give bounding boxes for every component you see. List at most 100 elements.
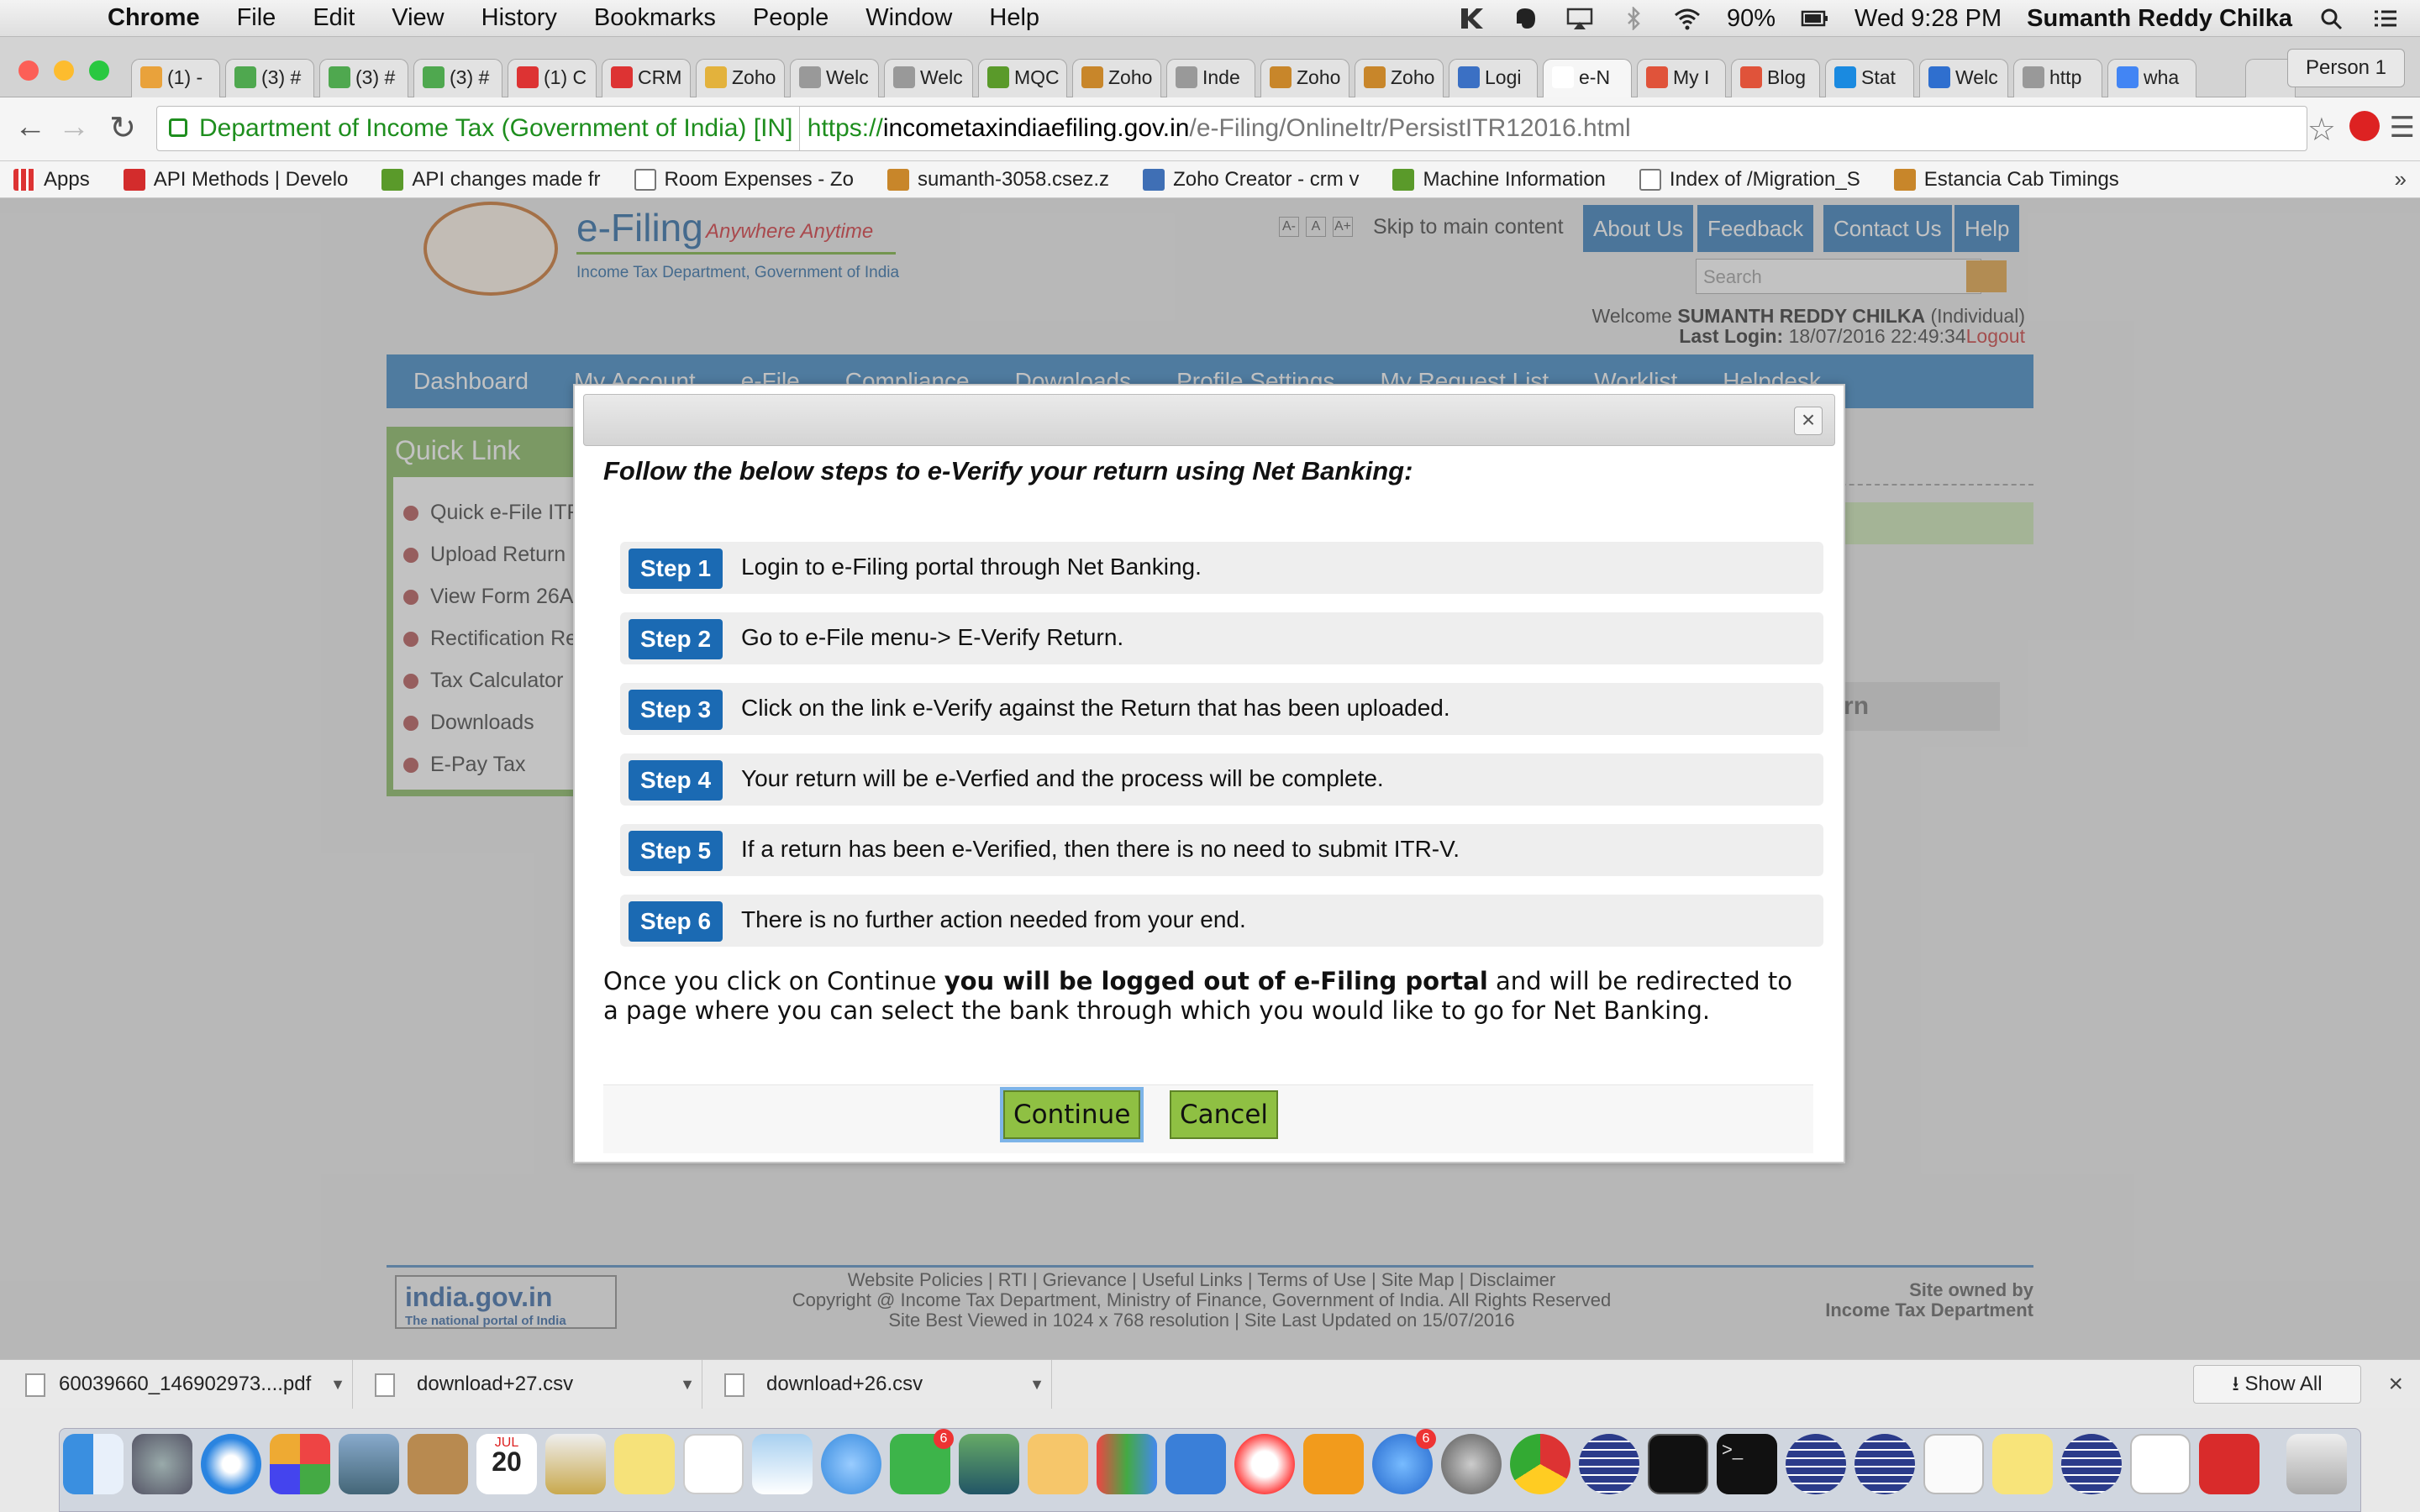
- window-zoom-button[interactable]: [89, 60, 109, 81]
- profile-person-button[interactable]: Person 1: [2287, 49, 2405, 87]
- airplay-icon[interactable]: [1565, 7, 1594, 30]
- browser-tab[interactable]: (3) #: [413, 59, 502, 97]
- reload-icon[interactable]: ↻: [104, 109, 141, 147]
- browser-tab[interactable]: http: [2013, 59, 2102, 97]
- browser-tab[interactable]: Stat: [1825, 59, 1914, 97]
- bookmark-room-expenses[interactable]: Room Expenses - Zo: [634, 168, 854, 192]
- browser-tab[interactable]: Welc: [884, 59, 973, 97]
- menu-people[interactable]: People: [753, 4, 829, 32]
- terminal-icon[interactable]: >_: [1717, 1434, 1777, 1494]
- browser-tab[interactable]: Welc: [790, 59, 879, 97]
- blank-document-icon[interactable]: [1923, 1434, 1984, 1494]
- bookmark-zoho-creator[interactable]: Zoho Creator - crm v: [1143, 168, 1359, 192]
- menu-app-chrome[interactable]: Chrome: [108, 4, 200, 32]
- itunes-music-icon[interactable]: [1234, 1434, 1295, 1494]
- stickies-icon[interactable]: [1992, 1434, 2053, 1494]
- launchpad-rocket-icon[interactable]: [132, 1434, 192, 1494]
- browser-tab[interactable]: (1) C: [508, 59, 597, 97]
- chrome-menu-icon[interactable]: ☰: [2390, 111, 2415, 144]
- browser-tab[interactable]: CRM: [602, 59, 691, 97]
- cancel-button[interactable]: Cancel: [1170, 1090, 1279, 1139]
- browser-tab[interactable]: My I: [1637, 59, 1726, 97]
- eclipse-icon[interactable]: [1786, 1434, 1846, 1494]
- bookmark-apps[interactable]: Apps: [13, 168, 90, 192]
- dialog-close-icon[interactable]: ×: [1794, 407, 1823, 435]
- browser-tab[interactable]: Inde: [1166, 59, 1255, 97]
- browser-tab[interactable]: wha: [2107, 59, 2196, 97]
- mail-eagle-icon[interactable]: [339, 1434, 399, 1494]
- browser-tab[interactable]: Welc: [1919, 59, 2008, 97]
- download-options-chevron-icon[interactable]: ▼: [330, 1360, 345, 1409]
- browser-tab[interactable]: Zoho: [1072, 59, 1161, 97]
- browser-tab[interactable]: (3) #: [225, 59, 314, 97]
- preview-icon[interactable]: [752, 1434, 813, 1494]
- download-item[interactable]: download+27.csv ▼: [356, 1360, 702, 1409]
- close-downloads-bar-icon[interactable]: ×: [2388, 1370, 2403, 1399]
- ibooks-icon[interactable]: [1303, 1434, 1364, 1494]
- facetime-icon[interactable]: 6: [890, 1429, 954, 1494]
- menu-edit[interactable]: Edit: [313, 4, 355, 32]
- browser-tab[interactable]: Zoho: [696, 59, 785, 97]
- reminders-list-icon[interactable]: [683, 1434, 744, 1494]
- safari-compass-icon[interactable]: [201, 1434, 261, 1494]
- continue-button[interactable]: Continue: [1003, 1090, 1141, 1139]
- download-item[interactable]: download+26.csv ▼: [706, 1360, 1052, 1409]
- bookmark-api-changes[interactable]: API changes made fr: [381, 168, 601, 192]
- launchpad-grid-icon[interactable]: [270, 1434, 330, 1494]
- browser-tab[interactable]: (3) #: [319, 59, 408, 97]
- notification-center-icon[interactable]: [2371, 7, 2400, 30]
- menu-file[interactable]: File: [237, 4, 276, 32]
- app-store-icon[interactable]: 6: [1372, 1429, 1436, 1494]
- back-icon[interactable]: ←: [12, 109, 49, 145]
- ev-certificate-badge[interactable]: Department of Income Tax (Government of …: [157, 107, 801, 150]
- eclipse-icon[interactable]: [1854, 1434, 1915, 1494]
- textedit-icon[interactable]: [2130, 1434, 2191, 1494]
- bookmark-machine-information[interactable]: Machine Information: [1392, 168, 1606, 192]
- browser-tab[interactable]: Zoho: [1355, 59, 1444, 97]
- menu-help[interactable]: Help: [989, 4, 1039, 32]
- bookmark-estancia-cab[interactable]: Estancia Cab Timings: [1893, 168, 2119, 192]
- calendar-icon[interactable]: JUL 20: [476, 1434, 537, 1494]
- eclipse-icon[interactable]: [1579, 1434, 1639, 1494]
- activity-monitor-icon[interactable]: [1648, 1434, 1708, 1494]
- bookmark-sumanth-csez[interactable]: sumanth-3058.csez.z: [886, 168, 1109, 192]
- photo-booth-icon[interactable]: [959, 1434, 1019, 1494]
- bookmarks-overflow-chevron-icon[interactable]: »: [2395, 166, 2407, 192]
- battery-icon[interactable]: [1801, 7, 1829, 30]
- pages-pen-icon[interactable]: [1028, 1434, 1088, 1494]
- messages-bubble-icon[interactable]: [821, 1434, 881, 1494]
- adobe-acrobat-icon[interactable]: [2199, 1434, 2260, 1494]
- finder-icon[interactable]: [63, 1434, 124, 1494]
- menu-window[interactable]: Window: [865, 4, 952, 32]
- menubar-user[interactable]: Sumanth Reddy Chilka: [2027, 5, 2292, 33]
- address-bar[interactable]: Department of Income Tax (Government of …: [156, 106, 2307, 151]
- keynote-podium-icon[interactable]: [1165, 1434, 1226, 1494]
- database-cylinders-icon[interactable]: [545, 1434, 606, 1494]
- download-options-chevron-icon[interactable]: ▼: [1029, 1360, 1044, 1409]
- menu-history[interactable]: History: [481, 4, 557, 32]
- numbers-chart-icon[interactable]: [1097, 1434, 1157, 1494]
- evernote-icon[interactable]: [1512, 7, 1540, 30]
- trash-icon[interactable]: [2286, 1434, 2347, 1494]
- bookmark-star-icon[interactable]: ☆: [2307, 111, 2336, 149]
- forward-icon[interactable]: →: [55, 109, 92, 145]
- eclipse-icon[interactable]: [2061, 1434, 2122, 1494]
- k-app-icon[interactable]: [1458, 7, 1486, 30]
- menu-bookmarks[interactable]: Bookmarks: [594, 4, 716, 32]
- bluetooth-icon[interactable]: [1619, 7, 1648, 30]
- spotlight-search-icon[interactable]: [2317, 7, 2346, 30]
- adblock-extension-icon[interactable]: [2349, 111, 2380, 141]
- menu-view[interactable]: View: [392, 4, 444, 32]
- notes-icon[interactable]: [614, 1434, 675, 1494]
- window-close-button[interactable]: [18, 60, 39, 81]
- download-options-chevron-icon[interactable]: ▼: [680, 1360, 695, 1409]
- chrome-icon[interactable]: [1510, 1434, 1570, 1494]
- browser-tab[interactable]: Zoho: [1260, 59, 1349, 97]
- browser-tab[interactable]: (1) -: [131, 59, 220, 97]
- show-all-downloads-button[interactable]: ⭳ Show All: [2193, 1365, 2361, 1404]
- wifi-icon[interactable]: [1673, 7, 1702, 30]
- bookmark-index-migration[interactable]: Index of /Migration_S: [1639, 168, 1860, 192]
- window-minimize-button[interactable]: [54, 60, 74, 81]
- download-item[interactable]: 60039660_146902973....pdf ▼: [7, 1360, 353, 1409]
- browser-tab[interactable]: Logi: [1449, 59, 1538, 97]
